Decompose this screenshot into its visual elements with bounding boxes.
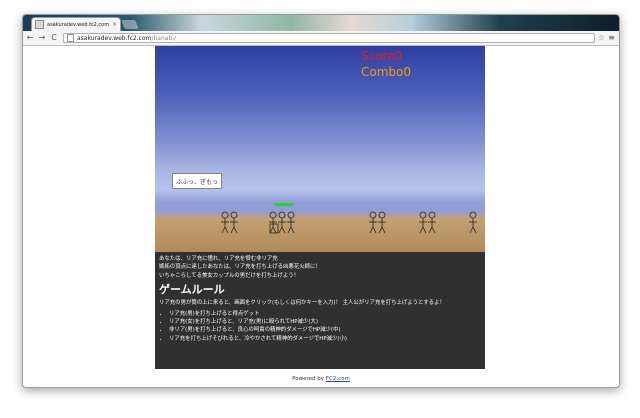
address-bar[interactable]: asakuradev.web.fc2.com /hanabi/ bbox=[63, 33, 595, 43]
browser-toolbar: ← → C asakuradev.web.fc2.com /hanabi/ ☆ … bbox=[23, 31, 619, 46]
combo-display: Combo0 bbox=[361, 65, 412, 79]
intro-line: あなたは、リア充に憧れ、リア充を憎む非リア充 bbox=[159, 256, 278, 262]
game-canvas[interactable]: Score0 Combo0 ふふっ、ぎもっ bbox=[155, 46, 485, 252]
page-icon bbox=[67, 34, 74, 42]
stick-figure-couple bbox=[369, 211, 386, 234]
score-display: Score0 bbox=[361, 49, 403, 63]
forward-arrow-icon[interactable]: → bbox=[37, 31, 47, 45]
intro-line: いちゃこらしてる美女カップルの男だけを打ち上げよう！ bbox=[159, 272, 299, 279]
game-description: あなたは、リア充に憧れ、リア充を憎む非リア充 嫉妬の頂点に達したあなたは、リア充… bbox=[155, 252, 485, 369]
back-arrow-icon[interactable]: ← bbox=[25, 31, 35, 45]
rules-text: リア充の男が筒の上に来ると、画面をクリック(もしくは何かキーを入力)！ 主人公が… bbox=[159, 300, 445, 307]
url-host: asakuradev.web.fc2.com bbox=[77, 34, 152, 42]
reload-icon[interactable]: C bbox=[49, 31, 59, 45]
stick-figure-single bbox=[469, 211, 477, 234]
stick-figure-couple bbox=[221, 211, 238, 234]
close-tab-icon[interactable]: × bbox=[112, 21, 117, 28]
rules-heading: ゲームルール bbox=[159, 283, 225, 297]
fc2-link[interactable]: FC2.com bbox=[326, 376, 350, 382]
tab-strip: asakuradev.web.fc2.com × bbox=[23, 15, 619, 31]
new-tab-button[interactable] bbox=[121, 20, 139, 29]
stick-figures bbox=[221, 211, 477, 234]
player-figures bbox=[269, 211, 295, 234]
speech-bubble: ふふっ、ぎもっ bbox=[172, 173, 222, 189]
menu-icon[interactable]: ≡ bbox=[608, 31, 615, 45]
rules-list: リア充(男)を打ち上げると得点ゲット リア充(女)を打ち上げると、リア充(男)に… bbox=[159, 310, 481, 344]
rule-item: リア充(女)を打ち上げると、リア充(男)に殴られてHP減少(大) bbox=[169, 318, 481, 326]
page-footer: Powered by FC2.com bbox=[23, 376, 619, 382]
intro-line: 嫉妬の頂点に達したあなたは、リア充を打ち上げる凶悪花火師に！ bbox=[159, 264, 321, 271]
rule-item: 非リア(男)を打ち上げると、良心の呵責の精神的ダメージでHP減少(中) bbox=[169, 326, 481, 334]
page-content: Score0 Combo0 ふふっ、ぎもっ あなたは、リア充に憧れ、リア充を憎む… bbox=[23, 46, 619, 387]
browser-window: asakuradev.web.fc2.com × ← → C asakurade… bbox=[22, 14, 620, 388]
rule-item: リア充(男)を打ち上げると得点ゲット bbox=[169, 310, 481, 318]
hp-bar bbox=[275, 203, 293, 206]
browser-tab[interactable]: asakuradev.web.fc2.com × bbox=[31, 17, 121, 31]
url-path: /hanabi/ bbox=[151, 34, 176, 42]
page-favicon-icon bbox=[35, 20, 44, 29]
stick-figure-couple bbox=[419, 211, 436, 234]
rule-item: リア充を打ち上げそびれると、冷やかされて精神的ダメージでHP減少(小) bbox=[169, 335, 481, 343]
bookmark-star-icon[interactable]: ☆ bbox=[598, 31, 605, 45]
tab-title: asakuradev.web.fc2.com bbox=[47, 21, 110, 28]
footer-prefix: Powered by bbox=[292, 376, 326, 382]
